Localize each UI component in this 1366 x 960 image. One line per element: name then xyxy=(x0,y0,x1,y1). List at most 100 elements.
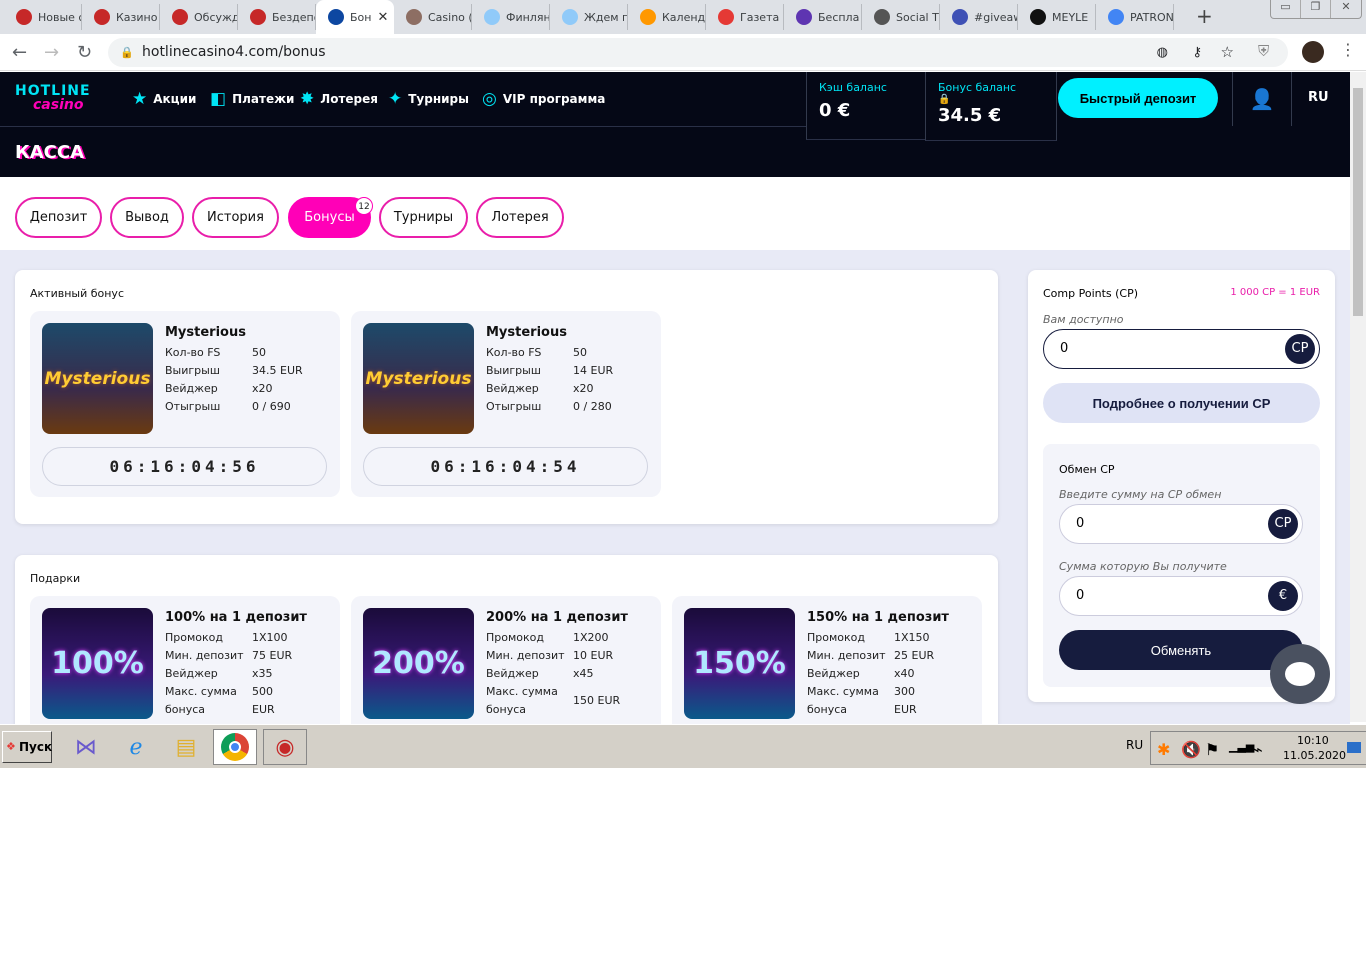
chat-button[interactable] xyxy=(1270,644,1330,704)
browser-tab[interactable]: Газета xyxy=(706,4,784,30)
forward-icon[interactable]: → xyxy=(44,42,59,63)
nav-item[interactable]: ✦ Турниры xyxy=(388,89,469,109)
avast-icon[interactable]: ✱ xyxy=(1157,740,1170,759)
comp-rate: 1 000 CP = 1 EUR xyxy=(1230,287,1320,298)
cp-info-button[interactable]: Подробнее о получении CP xyxy=(1043,383,1320,423)
detail-row: Выигрыш 14 EUR xyxy=(486,364,666,377)
clock-time[interactable]: 10:10 xyxy=(1297,734,1329,747)
chrome-icon[interactable] xyxy=(213,729,257,765)
network-icon[interactable]: ▁▃▅ xyxy=(1229,740,1254,753)
browser-tab[interactable]: Casino ( xyxy=(394,4,472,30)
cookie-blocked-icon[interactable]: ◍ xyxy=(1157,38,1168,67)
start-label: Пуск xyxy=(19,740,53,754)
nav-icon: ✦ xyxy=(388,89,403,109)
browser-tab[interactable]: Social T xyxy=(862,4,940,30)
browser-tab[interactable]: Ждем п xyxy=(550,4,628,30)
detail-value: 1X200 xyxy=(573,631,609,644)
user-icon[interactable]: 👤 xyxy=(1232,72,1292,126)
nav-item[interactable]: ✸ Лотерея xyxy=(300,89,378,109)
bonus-balance-value: 34.5 € xyxy=(938,105,1002,126)
action-center-icon[interactable]: ⚑ xyxy=(1205,740,1219,759)
tab-title: Social T xyxy=(896,10,939,24)
visual-studio-icon[interactable]: ⋈ xyxy=(64,729,108,765)
browser-tab[interactable]: Финлян xyxy=(472,4,550,30)
show-desktop-icon[interactable] xyxy=(1347,742,1361,753)
language-selector[interactable]: RU xyxy=(1308,90,1329,105)
detail-label: Вейджер xyxy=(165,667,218,680)
cp-icon: CP xyxy=(1268,509,1298,539)
key-icon[interactable]: ⚷ xyxy=(1192,38,1202,67)
new-tab-button[interactable]: + xyxy=(1196,4,1213,28)
cashier-tab[interactable]: Бонусы 12 xyxy=(288,197,373,238)
detail-label: Вейджер xyxy=(807,667,860,680)
detail-row: Макс. сумма 500 xyxy=(165,685,345,698)
start-button[interactable]: ❖ Пуск xyxy=(2,731,52,763)
browser-tab[interactable]: Беспла xyxy=(784,4,862,30)
volume-muted-icon[interactable]: 🔇 xyxy=(1181,740,1201,759)
nav-item[interactable]: ★ Акции xyxy=(132,89,196,109)
power-icon[interactable]: ⌁ xyxy=(1253,740,1263,759)
detail-label: Кол-во FS xyxy=(486,346,542,359)
cashier-tab[interactable]: Лотерея xyxy=(476,197,564,238)
app-icon[interactable]: ◉ xyxy=(263,729,307,765)
minimize-icon[interactable]: ▭ xyxy=(1271,0,1301,18)
available-cp-field[interactable]: 0 CP xyxy=(1043,329,1320,369)
browser-tab[interactable]: Бездепо xyxy=(238,4,316,30)
bookmark-star-icon[interactable]: ☆ xyxy=(1221,38,1234,67)
quick-deposit-button[interactable]: Быстрый депозит xyxy=(1058,78,1218,118)
tab-close-icon[interactable]: ✕ xyxy=(377,10,388,25)
language-indicator[interactable]: RU xyxy=(1126,738,1143,752)
detail-label: бонуса xyxy=(807,703,848,716)
nav-icon: ◧ xyxy=(210,89,227,109)
cashier-tab-label: Лотерея xyxy=(491,210,549,225)
nav-item[interactable]: ◎ VIP программа xyxy=(482,89,605,109)
detail-value: 1X150 xyxy=(894,631,930,644)
nav-icon: ★ xyxy=(132,89,148,109)
cash-balance: Кэш баланс 0 € xyxy=(806,72,926,140)
nav-item[interactable]: ◧ Платежи xyxy=(210,89,294,109)
cashier-tab[interactable]: Вывод xyxy=(110,197,184,238)
menu-icon[interactable]: ⋮ xyxy=(1340,40,1356,59)
gift-image: 100% xyxy=(42,608,153,719)
url-input[interactable]: 🔒 hotlinecasino4.com/bonus ◍ ⚷ ☆ xyxy=(108,38,1288,67)
cashier-tab[interactable]: История xyxy=(192,197,279,238)
exchange-button[interactable]: Обменять xyxy=(1059,630,1303,670)
browser-tab[interactable]: #giveaw xyxy=(940,4,1018,30)
browser-tab[interactable]: Новые с xyxy=(4,4,82,30)
cashier-tab[interactable]: Депозит xyxy=(15,197,102,238)
clock-date[interactable]: 11.05.2020 xyxy=(1283,749,1346,762)
detail-row: Вейджер x45 xyxy=(486,667,666,680)
detail-row: Промокод 1X100 xyxy=(165,631,345,644)
cashier-tab[interactable]: Турниры xyxy=(379,197,468,238)
back-icon[interactable]: ← xyxy=(12,42,27,63)
internet-explorer-icon[interactable]: ℯ xyxy=(114,729,158,765)
detail-value: 25 EUR xyxy=(894,649,935,662)
windows-logo-icon: ❖ xyxy=(6,740,16,753)
detail-row: бонуса EUR xyxy=(807,703,987,716)
detail-row: Вейджер x20 xyxy=(165,382,345,395)
nav-label: Лотерея xyxy=(320,92,378,106)
close-window-icon[interactable]: ✕ xyxy=(1331,0,1361,18)
count-badge: 12 xyxy=(355,197,373,215)
tab-title: Казино xyxy=(116,10,158,24)
detail-row: Мин. депозит 25 EUR xyxy=(807,649,987,662)
browser-tab[interactable]: Обсужд xyxy=(160,4,238,30)
browser-tab[interactable]: PATRON xyxy=(1096,4,1174,30)
enter-cp-input[interactable]: 0 CP xyxy=(1059,504,1303,544)
detail-row: Кол-во FS 50 xyxy=(165,346,345,359)
browser-tab[interactable]: Календ xyxy=(628,4,706,30)
reload-icon[interactable]: ↻ xyxy=(77,42,92,63)
tab-title: Календ xyxy=(662,10,706,24)
restore-icon[interactable]: ❐ xyxy=(1301,0,1331,18)
receive-amount-field[interactable]: 0 € xyxy=(1059,576,1303,616)
browser-tab[interactable]: Бон ✕ xyxy=(316,0,394,34)
logo[interactable]: HOTLINE casino xyxy=(15,84,91,112)
browser-tab[interactable]: Казино xyxy=(82,4,160,30)
explorer-folder-icon[interactable]: ▤ xyxy=(164,729,208,765)
browser-tab[interactable]: MEYLE xyxy=(1018,4,1096,30)
profile-avatar[interactable] xyxy=(1302,41,1324,63)
detail-value: 75 EUR xyxy=(252,649,293,662)
scrollbar[interactable] xyxy=(1350,72,1366,722)
cashier-tab-label: Бонусы xyxy=(304,210,355,225)
extension-shield-icon[interactable]: ⛨ xyxy=(1258,42,1269,60)
